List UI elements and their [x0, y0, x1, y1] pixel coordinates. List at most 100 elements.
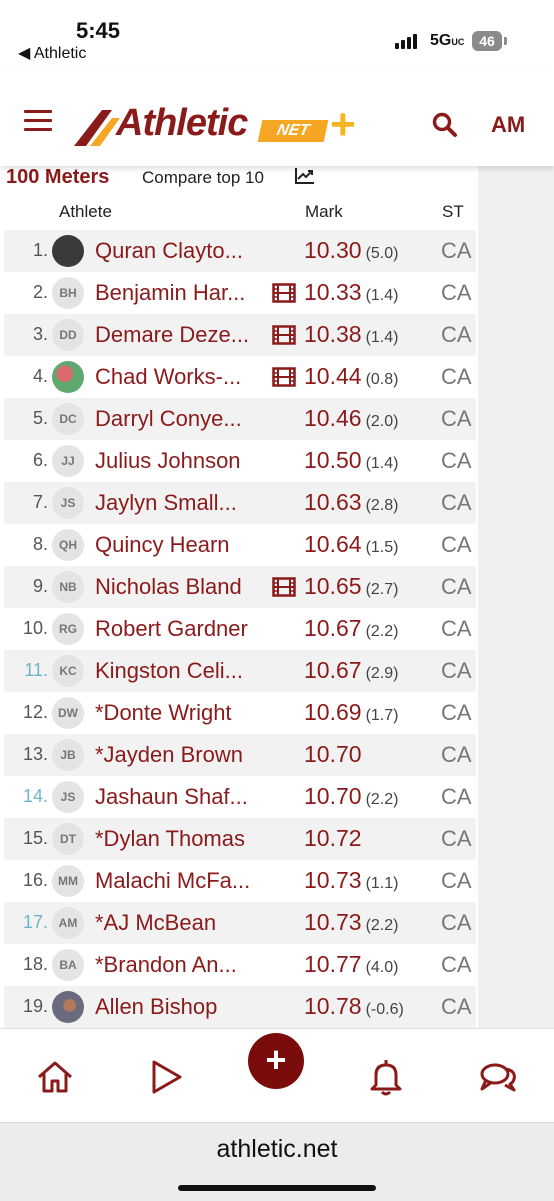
athlete-column-header[interactable]: Athlete	[59, 202, 112, 222]
athlete-name-link[interactable]: *Donte Wright	[95, 700, 232, 726]
mark-link[interactable]: 10.73 (2.2)	[304, 909, 398, 936]
avatar[interactable]: JS	[52, 781, 84, 813]
athlete-name-link[interactable]: Kingston Celi...	[95, 658, 243, 684]
state-code: CA	[441, 322, 472, 347]
table-row[interactable]: 19. Allen Bishop 10.78 (-0.6) CA	[4, 986, 476, 1028]
athlete-name-link[interactable]: Jaylyn Small...	[95, 490, 237, 516]
athlete-name-link[interactable]: *AJ McBean	[95, 910, 216, 936]
video-film-icon[interactable]	[272, 367, 296, 387]
athletic-net-logo[interactable]: Athletic NET +	[72, 100, 372, 149]
rankings-panel: 100 Meters Compare top 10 Athlete Mark S…	[0, 166, 478, 1028]
table-row[interactable]: 8. QH Quincy Hearn 10.64 (1.5) CA	[4, 524, 476, 566]
athlete-name-link[interactable]: Julius Johnson	[95, 448, 241, 474]
table-row[interactable]: 17. AM *AJ McBean 10.73 (2.2) CA	[4, 902, 476, 944]
athlete-name-link[interactable]: *Brandon An...	[95, 952, 237, 978]
table-row[interactable]: 6. JJ Julius Johnson 10.50 (1.4) CA	[4, 440, 476, 482]
avatar[interactable]	[52, 235, 84, 267]
avatar[interactable]: KC	[52, 655, 84, 687]
state-column-header[interactable]: ST	[442, 202, 464, 222]
mark-link[interactable]: 10.64 (1.5)	[304, 531, 398, 558]
avatar[interactable]: AM	[52, 907, 84, 939]
avatar[interactable]: DW	[52, 697, 84, 729]
avatar[interactable]: QH	[52, 529, 84, 561]
table-row[interactable]: 4. Chad Works-... 10.44 (0.8) CA	[4, 356, 476, 398]
search-icon[interactable]	[432, 112, 458, 138]
avatar[interactable]: BH	[52, 277, 84, 309]
video-film-icon[interactable]	[272, 325, 296, 345]
mark-link[interactable]: 10.73 (1.1)	[304, 867, 398, 894]
avatar[interactable]: JB	[52, 739, 84, 771]
athlete-name-link[interactable]: *Dylan Thomas	[95, 826, 245, 852]
user-account-button[interactable]: AM	[491, 112, 525, 138]
mark-link[interactable]: 10.77 (4.0)	[304, 951, 398, 978]
table-row[interactable]: 18. BA *Brandon An... 10.77 (4.0) CA	[4, 944, 476, 986]
wind-reading: (2.7)	[365, 581, 399, 598]
table-row[interactable]: 3. DD Demare Deze... 10.38 (1.4) CA	[4, 314, 476, 356]
athlete-name-link[interactable]: *Jayden Brown	[95, 742, 243, 768]
table-row[interactable]: 15. DT *Dylan Thomas 10.72 CA	[4, 818, 476, 860]
avatar[interactable]	[52, 361, 84, 393]
trend-chart-icon[interactable]	[294, 166, 316, 186]
athlete-name-link[interactable]: Quran Clayto...	[95, 238, 243, 264]
athlete-name-link[interactable]: Benjamin Har...	[95, 280, 245, 306]
mark-link[interactable]: 10.44 (0.8)	[304, 363, 398, 390]
table-row[interactable]: 11. KC Kingston Celi... 10.67 (2.9) CA	[4, 650, 476, 692]
athlete-name-link[interactable]: Demare Deze...	[95, 322, 249, 348]
mark-link[interactable]: 10.30 (5.0)	[304, 237, 398, 264]
mark-link[interactable]: 10.70 (2.2)	[304, 783, 398, 810]
table-row[interactable]: 7. JS Jaylyn Small... 10.63 (2.8) CA	[4, 482, 476, 524]
mark-link[interactable]: 10.50 (1.4)	[304, 447, 398, 474]
mark-link[interactable]: 10.38 (1.4)	[304, 321, 398, 348]
mark-link[interactable]: 10.63 (2.8)	[304, 489, 398, 516]
athlete-name-link[interactable]: Jashaun Shaf...	[95, 784, 248, 810]
mark-link[interactable]: 10.67 (2.2)	[304, 615, 398, 642]
table-row[interactable]: 2. BH Benjamin Har... 10.33 (1.4) CA	[4, 272, 476, 314]
video-film-icon[interactable]	[272, 283, 296, 303]
table-row[interactable]: 5. DC Darryl Conye... 10.46 (2.0) CA	[4, 398, 476, 440]
avatar[interactable]: RG	[52, 613, 84, 645]
add-button[interactable]: +	[248, 1033, 304, 1089]
mark-link[interactable]: 10.72	[304, 825, 362, 852]
mark-link[interactable]: 10.69 (1.7)	[304, 699, 398, 726]
table-row[interactable]: 13. JB *Jayden Brown 10.70 CA	[4, 734, 476, 776]
athlete-name-link[interactable]: Quincy Hearn	[95, 532, 230, 558]
athlete-name-link[interactable]: Darryl Conye...	[95, 406, 242, 432]
athlete-name-link[interactable]: Chad Works-...	[95, 364, 241, 390]
video-film-icon[interactable]	[272, 577, 296, 597]
avatar[interactable]: NB	[52, 571, 84, 603]
avatar[interactable]: DC	[52, 403, 84, 435]
avatar[interactable]: MM	[52, 865, 84, 897]
table-row[interactable]: 14. JS Jashaun Shaf... 10.70 (2.2) CA	[4, 776, 476, 818]
browser-address-bar[interactable]: athletic.net	[0, 1122, 554, 1201]
mark-link[interactable]: 10.78 (-0.6)	[304, 993, 404, 1020]
bell-icon[interactable]	[366, 1057, 406, 1097]
athlete-name-link[interactable]: Allen Bishop	[95, 994, 217, 1020]
menu-icon[interactable]	[24, 110, 52, 132]
chat-icon[interactable]	[478, 1057, 518, 1097]
avatar[interactable]: JJ	[52, 445, 84, 477]
back-to-app-link[interactable]: ◀ Athletic	[18, 43, 86, 63]
avatar[interactable]: DD	[52, 319, 84, 351]
athlete-name-link[interactable]: Nicholas Bland	[95, 574, 242, 600]
table-row[interactable]: 16. MM Malachi McFa... 10.73 (1.1) CA	[4, 860, 476, 902]
avatar[interactable]: BA	[52, 949, 84, 981]
mark-link[interactable]: 10.65 (2.7)	[304, 573, 398, 600]
url-text[interactable]: athletic.net	[0, 1135, 554, 1164]
avatar[interactable]: JS	[52, 487, 84, 519]
table-row[interactable]: 9. NB Nicholas Bland 10.65 (2.7) CA	[4, 566, 476, 608]
table-row[interactable]: 1. Quran Clayto... 10.30 (5.0) CA	[4, 230, 476, 272]
compare-top-10-link[interactable]: Compare top 10	[142, 168, 264, 188]
play-icon[interactable]	[146, 1057, 186, 1097]
athlete-name-link[interactable]: Robert Gardner	[95, 616, 248, 642]
mark-link[interactable]: 10.46 (2.0)	[304, 405, 398, 432]
mark-link[interactable]: 10.70	[304, 741, 362, 768]
table-row[interactable]: 12. DW *Donte Wright 10.69 (1.7) CA	[4, 692, 476, 734]
avatar[interactable]: DT	[52, 823, 84, 855]
table-row[interactable]: 10. RG Robert Gardner 10.67 (2.2) CA	[4, 608, 476, 650]
mark-link[interactable]: 10.67 (2.9)	[304, 657, 398, 684]
mark-column-header[interactable]: Mark	[305, 202, 343, 222]
avatar[interactable]	[52, 991, 84, 1023]
mark-link[interactable]: 10.33 (1.4)	[304, 279, 398, 306]
athlete-name-link[interactable]: Malachi McFa...	[95, 868, 250, 894]
home-icon[interactable]	[35, 1057, 75, 1097]
